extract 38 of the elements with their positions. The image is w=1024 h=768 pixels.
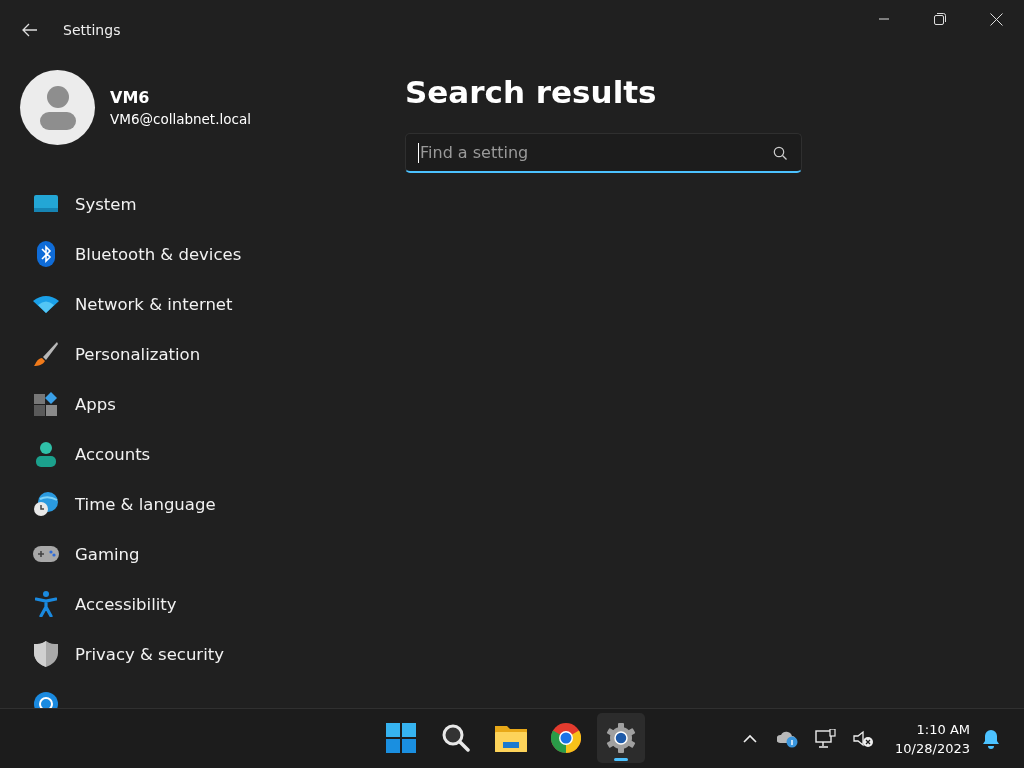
- nav-item[interactable]: Accounts: [0, 429, 380, 479]
- nav-item[interactable]: Apps: [0, 379, 380, 429]
- user-email: VM6@collabnet.local: [110, 111, 251, 127]
- search-field[interactable]: Find a setting: [405, 133, 802, 173]
- text-cursor: [418, 143, 419, 163]
- nav-item[interactable]: Gaming: [0, 529, 380, 579]
- nav-item[interactable]: Privacy & security: [0, 629, 380, 679]
- search-icon: [442, 724, 470, 752]
- bluetooth-icon: [36, 241, 56, 267]
- shield-icon: [34, 641, 58, 667]
- globe-clock-icon: [33, 491, 59, 517]
- windows-logo-icon: [386, 723, 416, 753]
- person-icon: [35, 441, 57, 467]
- search-icon: [773, 146, 787, 160]
- browser-icon: [551, 723, 581, 753]
- gear-icon: [606, 723, 636, 753]
- page-heading: Search results: [405, 74, 658, 110]
- wifi-icon: [33, 295, 59, 313]
- folder-icon: [495, 724, 527, 752]
- clock-date: 10/28/2023: [895, 739, 970, 758]
- nav-item[interactable]: Accessibility: [0, 579, 380, 629]
- user-name: VM6: [110, 88, 151, 107]
- restore-icon[interactable]: [934, 13, 946, 25]
- paintbrush-icon: [33, 341, 59, 367]
- monitor-icon: [34, 194, 58, 214]
- apps-icon: [34, 392, 58, 416]
- nav-item[interactable]: System: [0, 179, 380, 229]
- clock[interactable]: 1:10 AM 10/28/2023: [895, 719, 970, 758]
- accessibility-icon: [35, 591, 57, 617]
- window-title: Settings: [63, 22, 121, 38]
- clock-time: 1:10 AM: [916, 720, 970, 739]
- game-controller-icon: [33, 545, 59, 563]
- nav-item[interactable]: Network & internet: [0, 279, 380, 329]
- close-icon[interactable]: [989, 12, 1003, 26]
- taskbar-button[interactable]: [597, 713, 645, 763]
- nav-item[interactable]: Time & language: [0, 479, 380, 529]
- nav-item[interactable]: Personalization: [0, 329, 380, 379]
- nav-item[interactable]: Bluetooth & devices: [0, 229, 380, 279]
